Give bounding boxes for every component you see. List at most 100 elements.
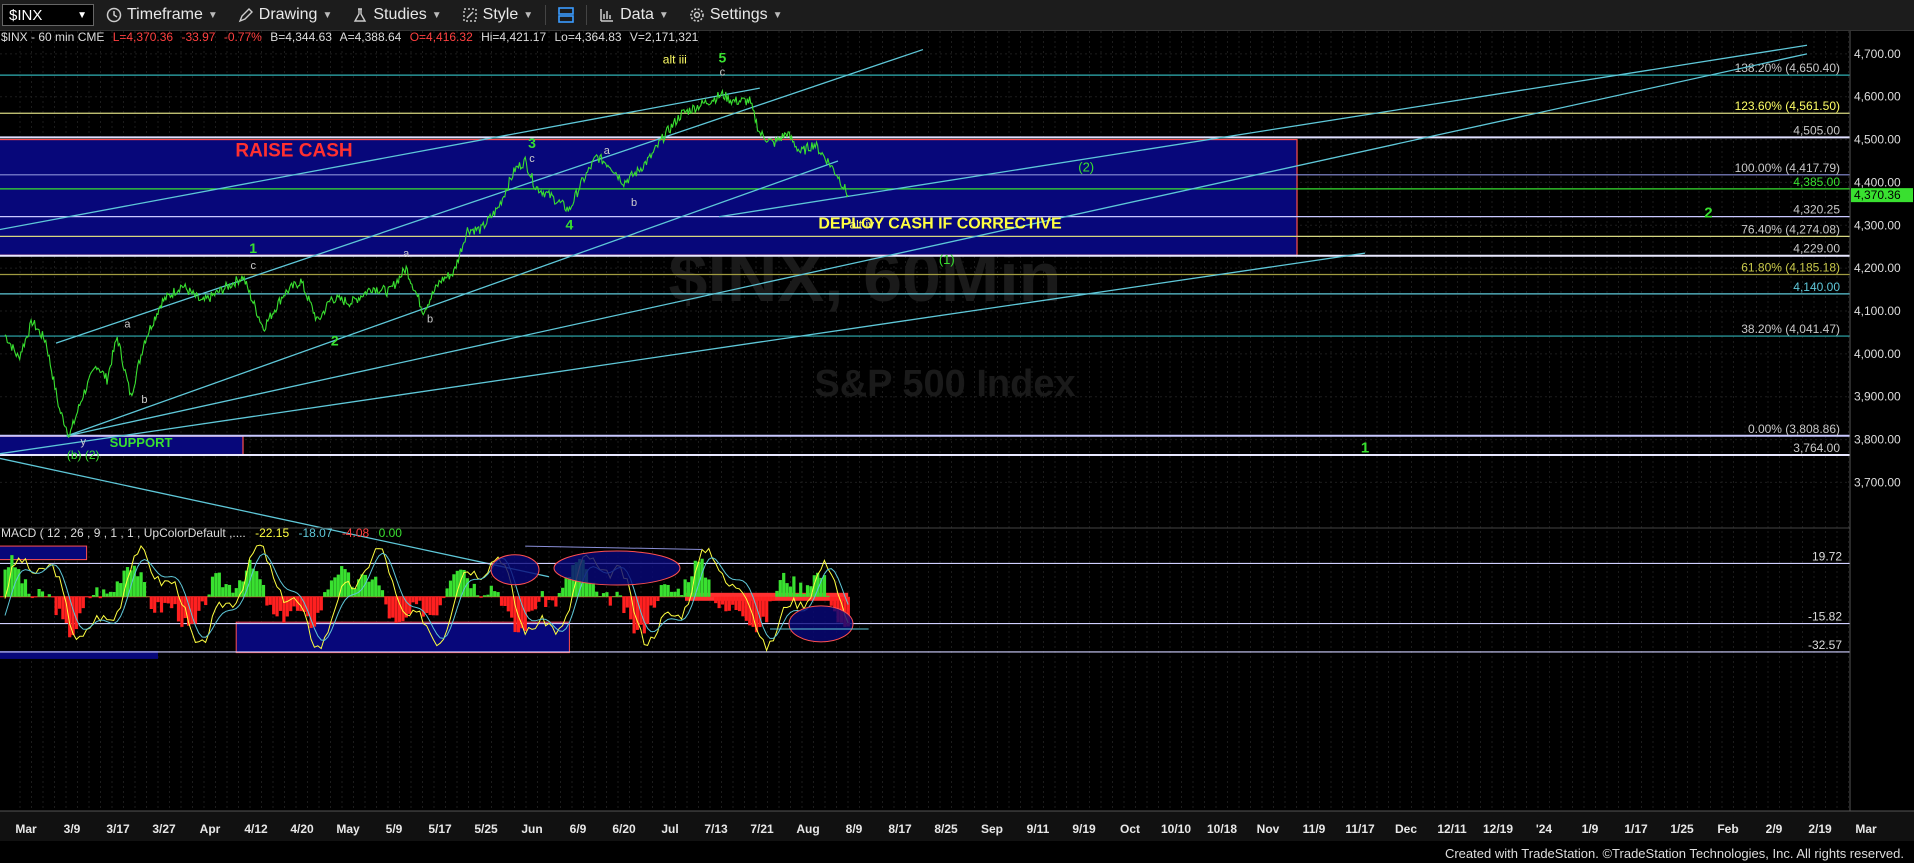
macd-histogram-bar (646, 596, 650, 624)
timeframe-label: Timeframe (127, 6, 203, 23)
macd-histogram-bar (234, 588, 238, 597)
macd-histogram-bar (605, 592, 609, 597)
wave-label: y (80, 436, 86, 448)
price-chart[interactable]: $INX, 60Min S&P 500 Index 138.20% (4,650… (0, 31, 1914, 841)
macd-histogram-bar (540, 591, 544, 597)
macd-histogram-bar (333, 577, 337, 597)
price-tick-label: 3,900.00 (1854, 390, 1901, 404)
macd-histogram-bar (40, 591, 45, 597)
macd-histogram-bar (656, 596, 660, 602)
macd-histogram-bar (204, 596, 208, 606)
gear-icon (690, 8, 704, 22)
time-tick-label: 8/25 (934, 822, 958, 836)
time-tick-label: Dec (1395, 822, 1417, 836)
price-level-label: 123.60% (4,561.50) (1735, 99, 1840, 113)
wave-label: 5 (719, 49, 727, 65)
macd-histogram-bar (622, 596, 626, 614)
macd-histogram-bar (598, 596, 602, 597)
macd-histogram-bar (652, 596, 657, 608)
macd-histogram-bar (431, 596, 436, 616)
wave-label: alt iv (849, 217, 874, 231)
clock-icon (106, 7, 122, 23)
macd-histogram-bar (255, 571, 259, 597)
layout-button[interactable] (550, 2, 582, 28)
time-tick-label: 1/17 (1624, 822, 1648, 836)
macd-histogram-bar (428, 596, 432, 615)
macd-histogram-bar (452, 574, 456, 597)
time-tick-label: Jul (661, 822, 678, 836)
price-tick-label: 4,600.00 (1854, 90, 1901, 104)
macd-histogram-bar (782, 572, 786, 597)
chevron-down-icon: ▼ (322, 9, 333, 21)
pencil-icon (238, 8, 253, 23)
studies-button[interactable]: Studies ▼ (344, 2, 449, 28)
time-tick-label: 10/10 (1161, 822, 1191, 836)
macd-histogram-bar (608, 596, 612, 606)
macd-histogram-bar (472, 583, 476, 597)
header-bid: B=4,344.63 (270, 31, 332, 44)
data-button[interactable]: Data ▼ (591, 2, 677, 28)
settings-button[interactable]: Settings ▼ (681, 2, 791, 28)
macd-histogram-bar (527, 596, 531, 612)
macd-histogram-bar (367, 581, 371, 597)
timeframe-button[interactable]: Timeframe ▼ (98, 2, 226, 28)
macd-histogram-bar (601, 593, 606, 597)
macd-histogram-bar (680, 595, 684, 597)
macd-histogram-bar (394, 596, 398, 623)
price-level-label: 76.40% (4,274.08) (1741, 222, 1840, 236)
macd-histogram-bar (119, 583, 123, 597)
time-tick-label: 12/11 (1437, 822, 1467, 836)
drawing-button[interactable]: Drawing ▼ (230, 2, 341, 28)
macd-histogram-bar (37, 588, 41, 597)
price-tick-label: 4,000.00 (1854, 347, 1901, 361)
watermark-name: S&P 500 Index (814, 363, 1075, 405)
macd-histogram-bar (27, 593, 31, 597)
macd-histogram-bar (95, 587, 99, 597)
macd-histogram-bar (421, 596, 425, 617)
style-icon (462, 8, 477, 22)
drawing-label: Drawing (258, 6, 318, 23)
data-label: Data (620, 6, 654, 23)
macd-histogram-bar (163, 596, 167, 603)
wave-label: (2) (1078, 160, 1094, 175)
macd-histogram-bar (74, 596, 79, 630)
chevron-down-icon: ▼ (77, 9, 87, 21)
macd-histogram-bar (61, 596, 65, 620)
time-tick-label: Nov (1257, 822, 1280, 836)
macd-histogram-bar (792, 576, 796, 597)
price-level-label: 3,764.00 (1793, 441, 1840, 455)
macd-histogram-bar (414, 596, 419, 605)
macd-histogram-bar (353, 588, 357, 597)
macd-histogram-bar (550, 596, 555, 601)
macd-histogram-bar (278, 596, 283, 611)
macd-histogram-bar (316, 596, 320, 613)
macd-histogram-bar (132, 565, 136, 597)
macd-histogram-bar (377, 585, 381, 597)
price-level-label: 38.20% (4,041.47) (1741, 322, 1840, 336)
macd-histogram-bar (384, 596, 388, 605)
wave-label: b (631, 197, 637, 209)
macd-histogram-bar (20, 583, 24, 597)
macd-histogram-bar (482, 595, 487, 597)
symbol-selector[interactable]: $INX ▼ (2, 4, 94, 26)
chevron-down-icon: ▼ (523, 9, 534, 21)
style-button[interactable]: Style ▼ (454, 2, 541, 28)
macd-histogram-bar (649, 596, 653, 606)
macd-histogram-bar (34, 596, 38, 598)
time-tick-label: 9/19 (1072, 822, 1096, 836)
wave-label: 1 (249, 240, 257, 256)
macd-histogram-bar (612, 596, 616, 597)
time-tick-label: 7/21 (750, 822, 774, 836)
macd-histogram-bar (493, 591, 497, 597)
bar-chart-icon (600, 9, 614, 22)
macd-histogram-bar (557, 593, 561, 597)
time-tick-label: 4/20 (290, 822, 314, 836)
macd-histogram-bar (88, 596, 92, 599)
time-tick-label: 6/20 (612, 822, 636, 836)
macd-histogram-bar (445, 588, 449, 597)
svg-text:MACD ( 12 , 26 , 9 , 1 , 1 , U: MACD ( 12 , 26 , 9 , 1 , 1 , UpColorDefa… (1, 526, 402, 540)
time-tick-label: Mar (15, 822, 37, 836)
macd-histogram-bar (380, 590, 385, 597)
time-tick-label: 9/11 (1027, 822, 1050, 836)
time-tick-label: 1/25 (1670, 822, 1694, 836)
